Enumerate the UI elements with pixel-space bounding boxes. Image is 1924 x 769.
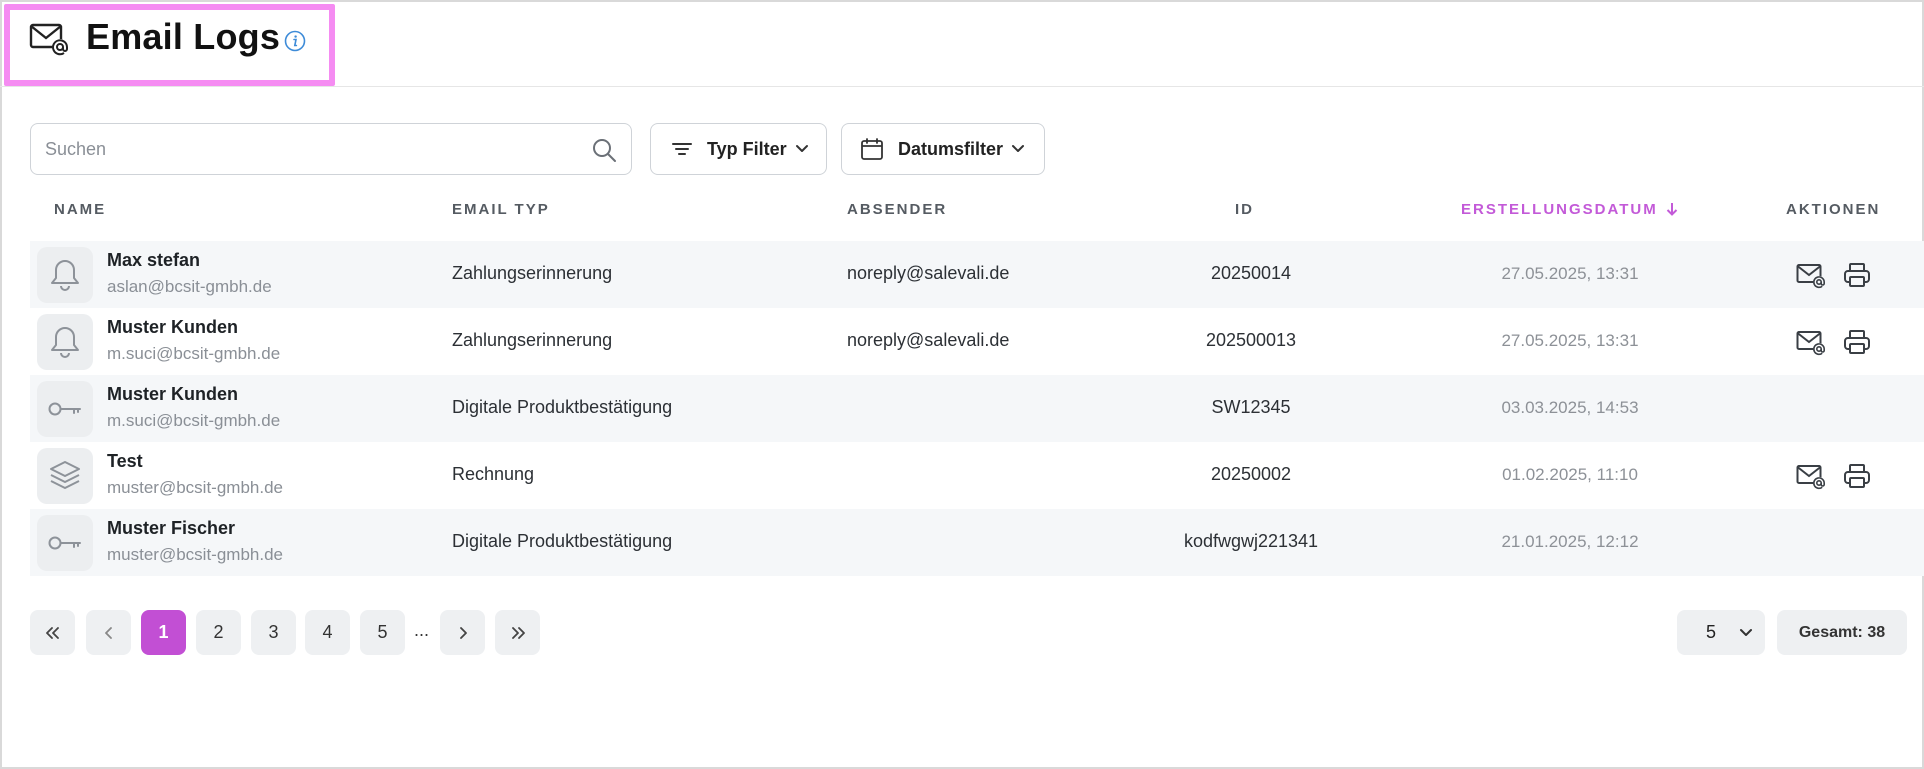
avatar bbox=[37, 515, 93, 571]
double-chevron-right-icon bbox=[511, 626, 525, 639]
avatar bbox=[37, 314, 93, 370]
row-id: kodfwgwj221341 bbox=[1183, 531, 1319, 551]
double-chevron-left-icon bbox=[45, 626, 59, 639]
filter-icon bbox=[672, 143, 692, 155]
last-page-button[interactable] bbox=[495, 610, 540, 655]
page-button-4[interactable]: 4 bbox=[305, 610, 350, 655]
row-name: Muster Kunden bbox=[107, 384, 239, 404]
next-page-button[interactable] bbox=[440, 610, 485, 655]
table-row[interactable]: Max stefan aslan@bcsit-gmbh.de Zahlungse… bbox=[30, 241, 1924, 308]
chevron-down-icon bbox=[1740, 628, 1753, 636]
table-row[interactable]: Muster Fischer muster@bcsit-gmbh.de Digi… bbox=[30, 509, 1924, 576]
page-header: Email Logs bbox=[0, 0, 1924, 87]
row-id: 20250014 bbox=[1210, 263, 1292, 283]
row-name: Test bbox=[107, 451, 143, 471]
type-filter-label: Typ Filter bbox=[707, 138, 787, 159]
info-icon[interactable] bbox=[284, 30, 306, 52]
row-id: SW12345 bbox=[1211, 397, 1291, 417]
previous-page-button[interactable] bbox=[86, 610, 131, 655]
column-header-created-label: ERSTELLUNGSDATUM bbox=[1461, 201, 1658, 218]
print-icon[interactable] bbox=[1842, 462, 1872, 490]
column-header-actions: AKTIONEN bbox=[1786, 201, 1881, 218]
page-button-5[interactable]: 5 bbox=[360, 610, 405, 655]
chevron-down-icon bbox=[795, 145, 808, 152]
first-page-button[interactable] bbox=[30, 610, 75, 655]
table-row[interactable]: Muster Kunden m.suci@bcsit-gmbh.de Zahlu… bbox=[30, 308, 1924, 375]
layers-icon bbox=[50, 461, 80, 489]
print-icon[interactable] bbox=[1842, 261, 1872, 289]
search-input[interactable] bbox=[45, 124, 585, 174]
search-box[interactable] bbox=[30, 123, 632, 175]
date-filter-button[interactable]: Datumsfilter bbox=[841, 123, 1045, 175]
page-size-select[interactable]: 5 bbox=[1677, 610, 1765, 655]
page-button-2[interactable]: 2 bbox=[196, 610, 241, 655]
resend-email-icon[interactable] bbox=[1796, 462, 1826, 490]
row-created: 27.05.2025, 13:31 bbox=[1501, 264, 1639, 283]
row-created: 27.05.2025, 13:31 bbox=[1501, 331, 1639, 350]
table-row[interactable]: Test muster@bcsit-gmbh.de Rechnung 20250… bbox=[30, 442, 1924, 509]
row-email-type: Zahlungserinnerung bbox=[452, 263, 613, 283]
row-name: Muster Fischer bbox=[107, 518, 236, 538]
row-created: 21.01.2025, 12:12 bbox=[1501, 532, 1639, 551]
avatar bbox=[37, 381, 93, 437]
page-size-value: 5 bbox=[1706, 622, 1717, 642]
resend-email-icon[interactable] bbox=[1796, 328, 1826, 356]
row-email: m.suci@bcsit-gmbh.de bbox=[107, 411, 281, 430]
resend-email-icon[interactable] bbox=[1796, 261, 1826, 289]
row-created: 03.03.2025, 14:53 bbox=[1501, 398, 1639, 417]
row-email-type: Digitale Produktbestätigung bbox=[452, 397, 673, 417]
chevron-left-icon bbox=[104, 626, 112, 639]
calendar-icon bbox=[861, 138, 883, 160]
row-email: aslan@bcsit-gmbh.de bbox=[107, 277, 272, 296]
email-at-icon bbox=[29, 23, 68, 56]
search-icon[interactable] bbox=[591, 137, 617, 163]
column-header-created[interactable]: ERSTELLUNGSDATUM bbox=[1461, 201, 1678, 218]
row-email: muster@bcsit-gmbh.de bbox=[107, 478, 283, 497]
row-email-type: Zahlungserinnerung bbox=[452, 330, 613, 350]
page-button-3[interactable]: 3 bbox=[251, 610, 296, 655]
chevron-right-icon bbox=[459, 626, 467, 639]
row-email: m.suci@bcsit-gmbh.de bbox=[107, 344, 281, 363]
column-header-email-type[interactable]: EMAIL TYP bbox=[452, 201, 550, 218]
row-name: Muster Kunden bbox=[107, 317, 239, 337]
row-email-type: Rechnung bbox=[452, 464, 535, 484]
row-email-type: Digitale Produktbestätigung bbox=[452, 531, 673, 551]
column-header-sender[interactable]: ABSENDER bbox=[847, 201, 947, 218]
table-row[interactable]: Muster Kunden m.suci@bcsit-gmbh.de Digit… bbox=[30, 375, 1924, 442]
avatar bbox=[37, 448, 93, 504]
arrow-down-icon bbox=[1666, 203, 1678, 216]
row-sender: noreply@salevali.de bbox=[847, 330, 1010, 350]
bell-icon bbox=[51, 327, 79, 358]
row-email: muster@bcsit-gmbh.de bbox=[107, 545, 283, 564]
row-created: 01.02.2025, 11:10 bbox=[1502, 465, 1638, 484]
type-filter-button[interactable]: Typ Filter bbox=[650, 123, 827, 175]
key-icon bbox=[48, 402, 81, 416]
column-header-id[interactable]: ID bbox=[1235, 201, 1254, 218]
print-icon[interactable] bbox=[1842, 328, 1872, 356]
date-filter-label: Datumsfilter bbox=[898, 138, 1004, 159]
row-id: 20250002 bbox=[1210, 464, 1292, 484]
page-title: Email Logs bbox=[86, 16, 281, 57]
pagination-ellipsis: ... bbox=[414, 620, 430, 640]
bell-icon bbox=[51, 260, 79, 291]
total-count: Gesamt: 38 bbox=[1777, 610, 1907, 655]
row-name: Max stefan bbox=[107, 250, 201, 270]
page-button-1[interactable]: 1 bbox=[141, 610, 186, 655]
row-sender: noreply@salevali.de bbox=[847, 263, 1010, 283]
row-id: 202500013 bbox=[1205, 330, 1297, 350]
chevron-down-icon bbox=[1012, 145, 1025, 152]
key-icon bbox=[48, 536, 81, 550]
column-header-name[interactable]: NAME bbox=[54, 201, 106, 218]
avatar bbox=[37, 247, 93, 303]
